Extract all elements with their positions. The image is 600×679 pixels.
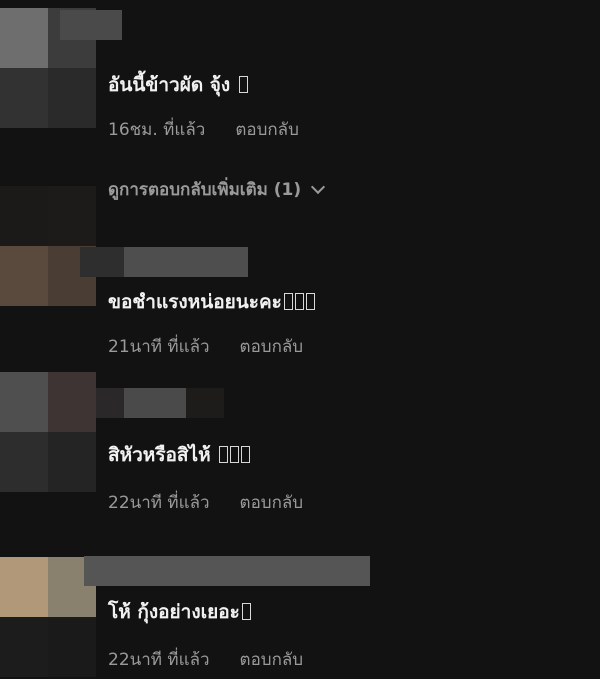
emoji-glyph [294,293,304,310]
reply-button[interactable]: ตอบกลับ [240,489,304,516]
username-blurred[interactable] [60,10,122,40]
comment-timestamp: 16ชม. ที่แล้ว [108,120,206,140]
emoji-glyph [305,293,315,310]
emoji-glyph [283,293,293,310]
avatar[interactable] [0,186,96,306]
username-blurred[interactable] [84,556,370,586]
emoji-glyph [230,446,240,463]
emoji-glyph [238,76,248,93]
avatar[interactable] [0,557,96,677]
emoji-glyph [241,603,251,620]
view-more-replies-label: ดูการตอบกลับเพิ่มเติม (1) [108,180,302,200]
reply-button[interactable]: ตอบกลับ [240,646,304,673]
reply-button[interactable]: ตอบกลับ [240,333,304,360]
comment-timestamp: 21นาที ที่แล้ว [108,337,210,357]
comment-text: โห้ กุ้งอย่างเยอะ [108,597,251,627]
comment-text: อันนี้ข้าวผัด จุ้ง [108,70,248,100]
comment-text: ขอชำแรงหน่อยนะคะ [108,287,315,317]
chevron-down-icon [311,179,326,195]
comment-meta: 22นาที ที่แล้ว ตอบกลับ [108,489,303,516]
view-more-replies-button[interactable]: ดูการตอบกลับเพิ่มเติม (1) [108,176,326,203]
comment-text: สิหัวหรือสิไห้ [108,440,251,470]
username-blurred[interactable] [96,388,224,418]
comment-timestamp: 22นาที ที่แล้ว [108,493,210,513]
comment-meta: 21นาที ที่แล้ว ตอบกลับ [108,333,303,360]
avatar[interactable] [0,372,96,492]
emoji-glyph [219,446,229,463]
reply-button[interactable]: ตอบกลับ [235,116,299,143]
comment-timestamp: 22นาที ที่แล้ว [108,650,210,670]
comment-meta: 22นาที ที่แล้ว ตอบกลับ [108,646,303,673]
emoji-glyph [241,446,251,463]
comment-meta: 16ชม. ที่แล้ว ตอบกลับ [108,116,299,143]
username-blurred[interactable] [80,247,248,277]
